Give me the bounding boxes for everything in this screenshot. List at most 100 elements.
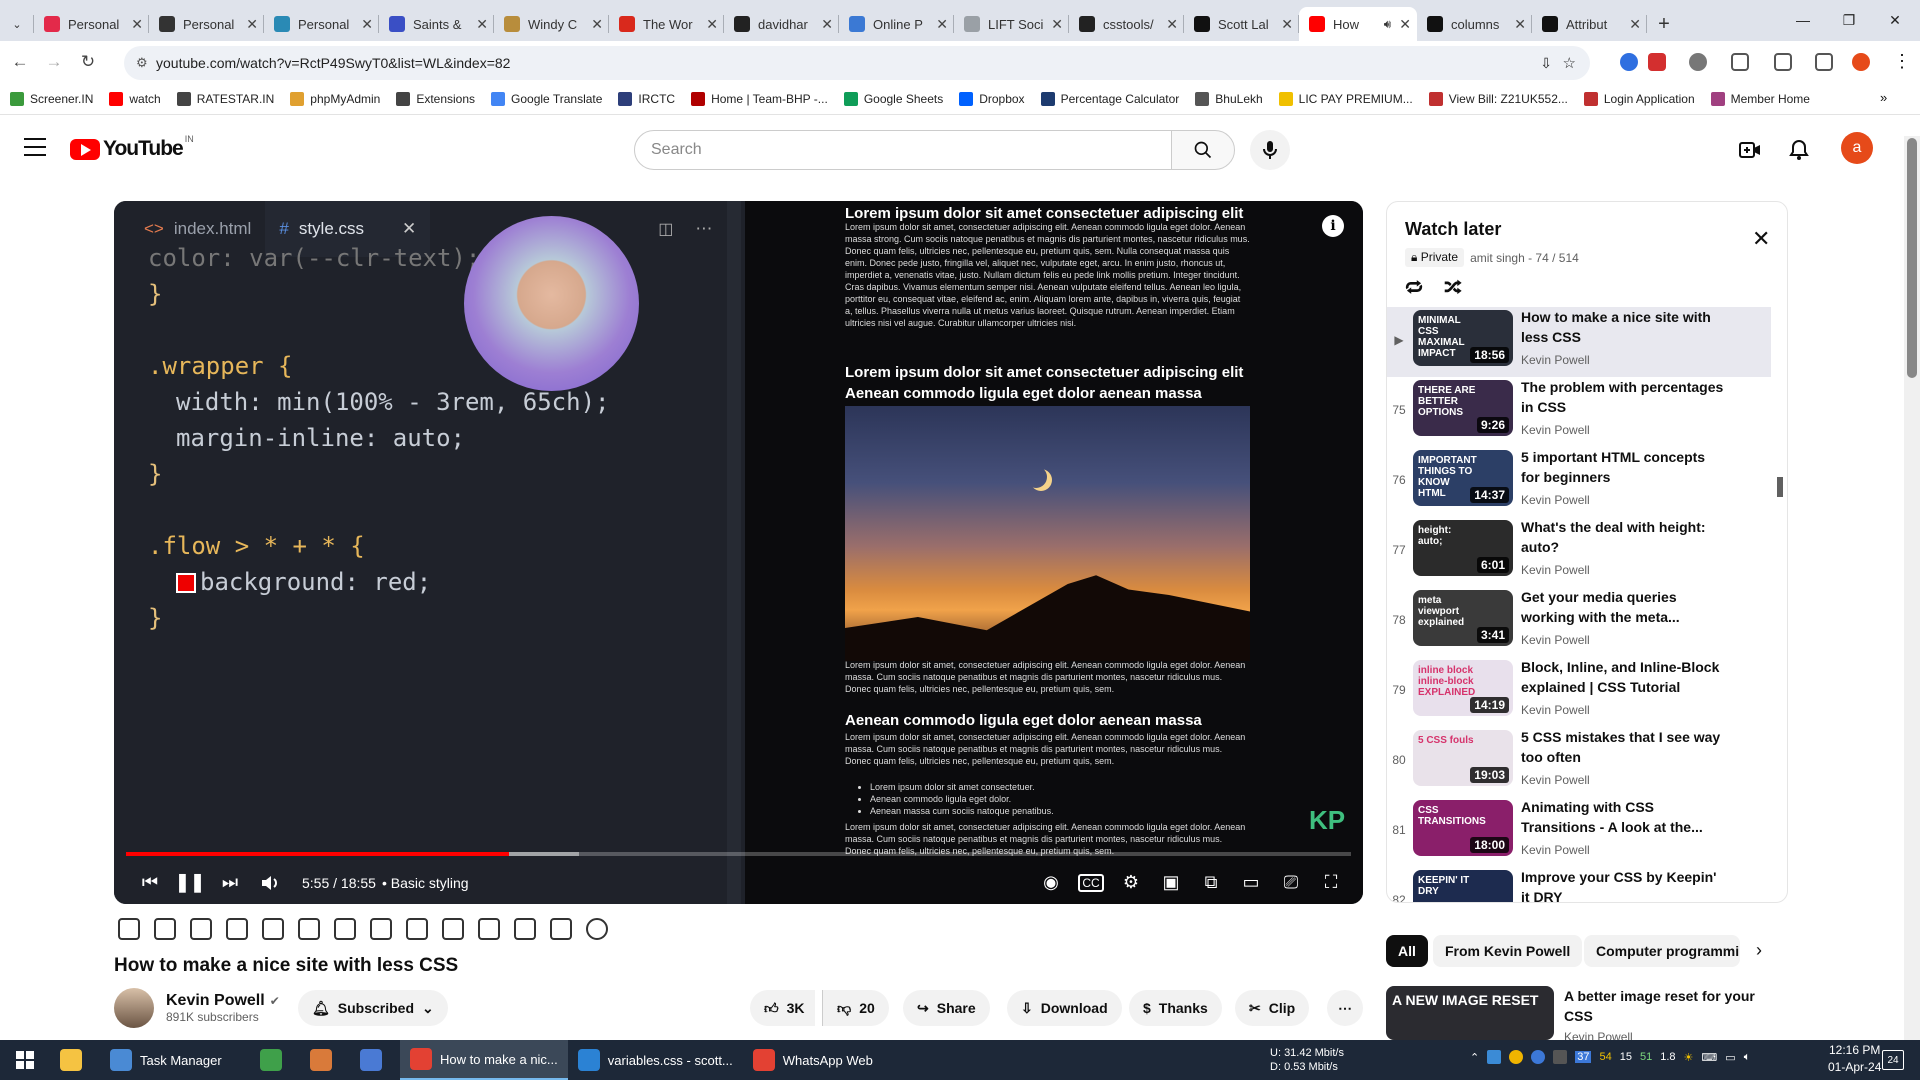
chapter-title[interactable]: • Basic styling	[382, 875, 469, 891]
start-button[interactable]	[0, 1040, 50, 1080]
chevron-right-icon[interactable]: ›	[1756, 940, 1762, 961]
bookmark-item[interactable]: watch	[109, 91, 161, 106]
chart-icon[interactable]	[370, 918, 392, 940]
tray-app-icon[interactable]	[1487, 1050, 1502, 1064]
close-tab-icon[interactable]: ✕	[936, 16, 948, 33]
pause-button[interactable]: ❚❚	[170, 865, 210, 901]
back-button[interactable]: ←	[6, 48, 34, 76]
autoplay-toggle[interactable]: ◉	[1031, 865, 1071, 901]
browser-tab[interactable]: Personal ✕	[264, 7, 379, 41]
notification-center-button[interactable]: 24	[1882, 1050, 1904, 1070]
recommendation-title[interactable]: A better image reset for your CSS	[1564, 986, 1774, 1026]
hamburger-menu-icon[interactable]	[24, 138, 46, 156]
clip-button[interactable]: ✂ Clip	[1235, 990, 1310, 1026]
share-button[interactable]: ↪ Share	[903, 990, 990, 1026]
filter-icon[interactable]	[226, 918, 248, 940]
close-tab-icon[interactable]: ✕	[361, 16, 373, 33]
close-tab-icon[interactable]: ✕	[1399, 16, 1411, 33]
tray-app-icon[interactable]	[1553, 1050, 1568, 1064]
thanks-button[interactable]: $ Thanks	[1129, 990, 1222, 1026]
speed-plus-icon[interactable]	[442, 918, 464, 940]
playlist-thumbnail[interactable]: height: auto; 6:01	[1413, 520, 1513, 576]
playlist-thumbnail[interactable]: THERE ARE BETTER OPTIONS 9:26	[1413, 380, 1513, 436]
taskbar-app-button[interactable]: variables.css - scott...	[568, 1040, 743, 1080]
bookmark-item[interactable]: Dropbox	[959, 91, 1025, 106]
playlist-item[interactable]: 81 CSS TRANSITIONS 18:00 Animating with CSS…	[1387, 797, 1771, 867]
shield-extension-icon[interactable]	[1648, 53, 1666, 71]
bookmark-item[interactable]: Extensions	[396, 91, 475, 106]
playlist-item[interactable]: 77 height: auto; 6:01 What's the deal with …	[1387, 517, 1771, 587]
video-player[interactable]: <> index.html # style.css ✕ ◫ ⋯ color: var(…	[114, 201, 1363, 904]
close-playlist-button[interactable]: ✕	[1752, 226, 1770, 252]
bookmark-item[interactable]: IRCTC	[618, 91, 675, 106]
browser-tab[interactable]: Scott Lal ✕	[1184, 7, 1299, 41]
more-actions-button[interactable]: ⋯	[1327, 990, 1363, 1026]
taskbar-app-button[interactable]: Task Manager	[100, 1040, 250, 1080]
close-tab-icon[interactable]: ✕	[476, 16, 488, 33]
tab-search-button[interactable]: ⌄	[0, 7, 34, 41]
film-icon[interactable]	[262, 918, 284, 940]
account-avatar[interactable]: a	[1841, 132, 1873, 164]
install-app-icon[interactable]: ⇩	[1540, 55, 1552, 72]
minimize-button[interactable]: —	[1780, 0, 1826, 40]
taskbar-app-button[interactable]: WhatsApp Web	[743, 1040, 893, 1080]
bookmark-item[interactable]: LIC PAY PREMIUM...	[1278, 91, 1413, 106]
bookmark-item[interactable]: BhuLekh	[1195, 91, 1263, 106]
scrollbar-thumb[interactable]	[1907, 138, 1917, 378]
taskbar-app-button[interactable]	[350, 1040, 400, 1080]
channel-avatar[interactable]	[114, 988, 154, 1028]
browser-tab[interactable]: Attribut ✕	[1532, 7, 1647, 41]
search-input[interactable]: Search	[634, 130, 1172, 170]
miniplayer-button[interactable]: ▣	[1151, 865, 1191, 901]
add-icon[interactable]	[478, 918, 500, 940]
dislike-button[interactable]: 👎︎ 20	[822, 990, 889, 1026]
keyboard-icon[interactable]: ⌨	[1701, 1051, 1717, 1064]
profile-avatar[interactable]	[1852, 53, 1870, 71]
taskbar-app-button[interactable]: How to make a nic...	[400, 1040, 568, 1080]
bookmark-item[interactable]: View Bill: Z21UK552...	[1428, 91, 1568, 106]
playlist-item[interactable]: 76 IMPORTANT THINGS TO KNOW HTML 14:37 5 im…	[1387, 447, 1771, 517]
download-button[interactable]: ⇩ Download	[1007, 990, 1122, 1026]
tray-app-icon[interactable]	[1531, 1050, 1546, 1064]
browser-tab[interactable]: Online P ✕	[839, 7, 954, 41]
close-tab-icon[interactable]: ✕	[131, 16, 143, 33]
cinema-icon[interactable]	[334, 918, 356, 940]
speed-icon[interactable]	[406, 918, 428, 940]
more-bookmarks-icon[interactable]: »	[1880, 90, 1887, 105]
like-button[interactable]: 👍︎ 3K	[750, 990, 815, 1026]
restore-button[interactable]: ❐	[1826, 0, 1872, 40]
search-button[interactable]	[1171, 130, 1235, 170]
browser-tab[interactable]: Saints & ✕	[379, 7, 494, 41]
browser-tab[interactable]: Windy C ✕	[494, 7, 609, 41]
bookmark-item[interactable]: RATESTAR.IN	[176, 91, 274, 106]
progress-bar[interactable]	[126, 852, 1351, 856]
browser-tab[interactable]: Personal ✕	[149, 7, 264, 41]
picture-in-picture-button[interactable]: ⧉	[1191, 865, 1231, 901]
forward-button[interactable]: →	[40, 48, 68, 76]
speaker-icon[interactable]: 🔈︎	[1744, 1051, 1751, 1064]
fullscreen-button[interactable]: ⛶	[1311, 865, 1351, 901]
next-button[interactable]: ⏭	[210, 865, 250, 901]
create-video-icon[interactable]	[1738, 138, 1762, 162]
browser-tab[interactable]: columns ✕	[1417, 7, 1532, 41]
volume-button[interactable]	[250, 865, 290, 901]
playlist-thumbnail[interactable]: meta viewport explained 3:41	[1413, 590, 1513, 646]
close-tab-icon[interactable]: ✕	[246, 16, 258, 33]
close-tab-icon[interactable]: ✕	[1629, 16, 1641, 33]
kebab-menu-icon[interactable]: ⋮	[1893, 51, 1911, 72]
bookmark-item[interactable]: phpMyAdmin	[290, 91, 380, 106]
close-tab-icon[interactable]: ✕	[821, 16, 833, 33]
filter-chip[interactable]: From Kevin Powell	[1433, 935, 1583, 967]
playlist-item[interactable]: 79 inline block inline-block EXPLAINED 14:…	[1387, 657, 1771, 727]
bookmark-item[interactable]: Home | Team-BHP -...	[691, 91, 828, 106]
sort-icon[interactable]	[154, 918, 176, 940]
playlist-title[interactable]: Watch later	[1405, 219, 1501, 240]
shuffle-icon[interactable]: 🔀︎	[1444, 273, 1462, 300]
playlist-thumbnail[interactable]: inline block inline-block EXPLAINED 14:19	[1413, 660, 1513, 716]
bookmark-item[interactable]: Login Application	[1583, 91, 1695, 106]
puzzle-icon[interactable]	[1731, 53, 1749, 71]
playlist-scrollbar[interactable]	[1775, 307, 1785, 895]
youtube-logo[interactable]: YouTube IN	[70, 134, 194, 161]
playlist-thumbnail[interactable]: MINIMAL CSS MAXIMAL IMPACT 18:56	[1413, 310, 1513, 366]
loop-playlist-icon[interactable]: 🔁︎	[1405, 273, 1423, 300]
